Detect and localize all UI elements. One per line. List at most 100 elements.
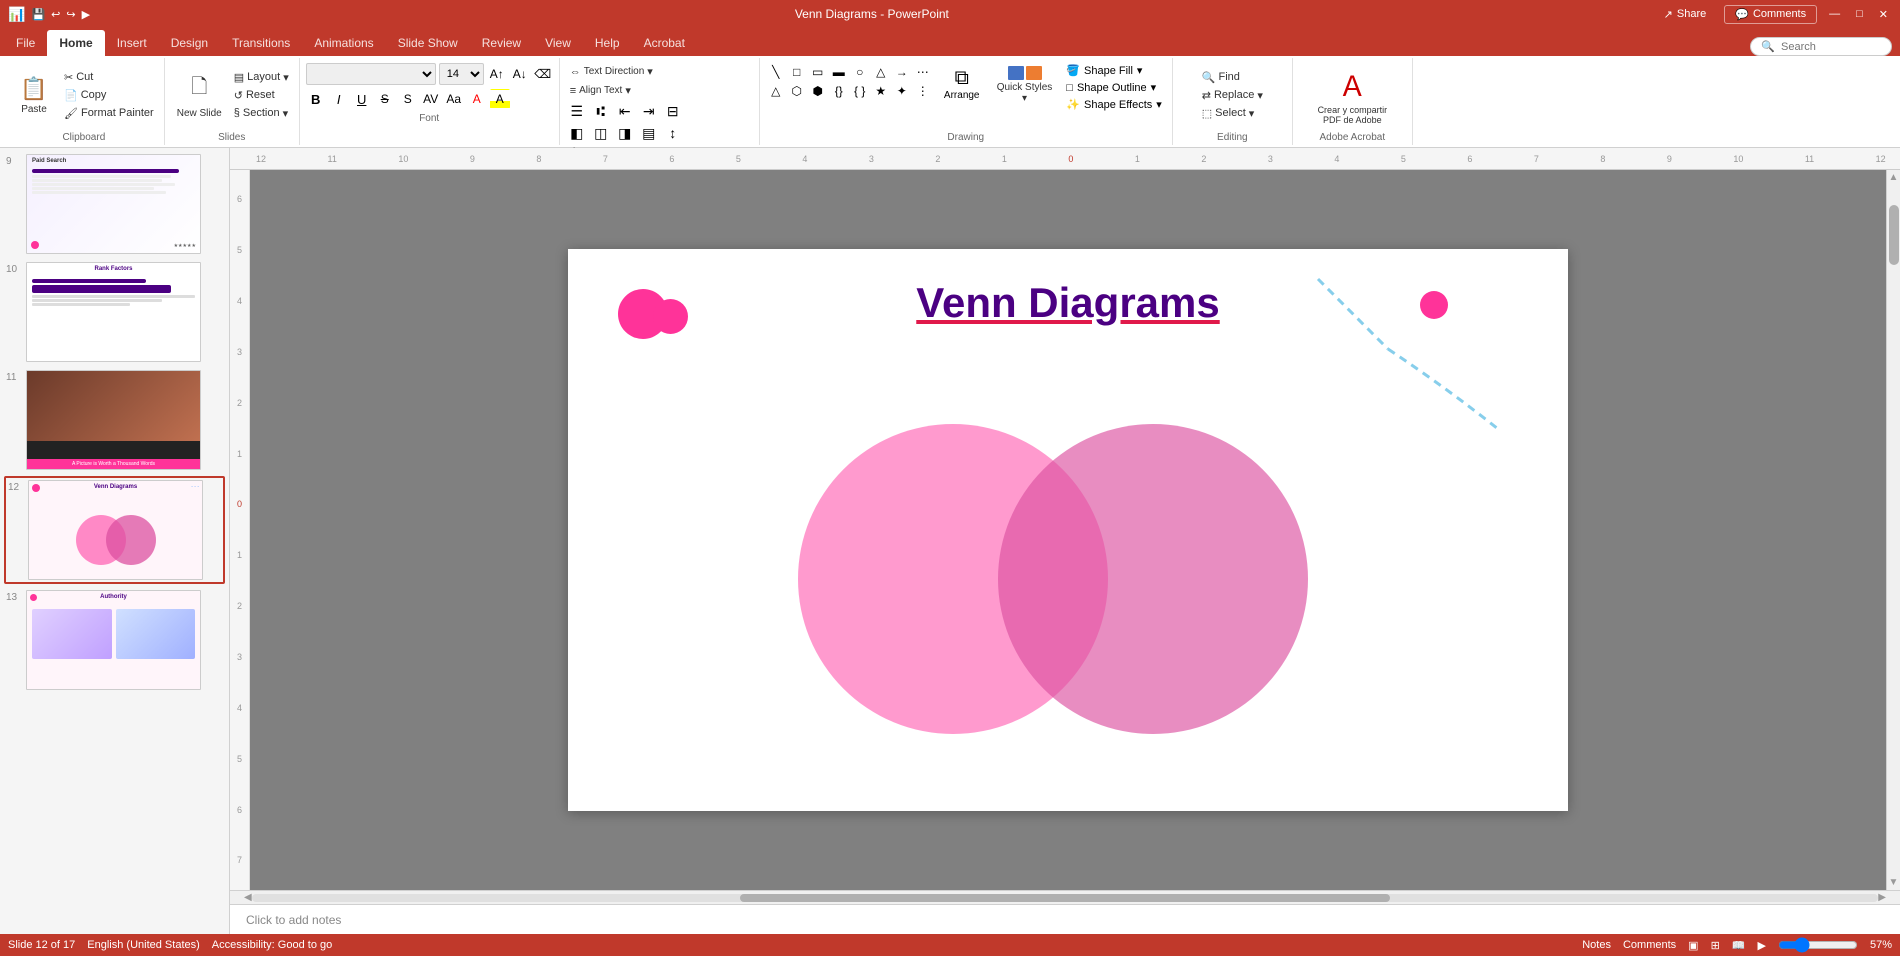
col-button[interactable]: ⊟	[662, 101, 684, 121]
underline-button[interactable]: U	[352, 89, 372, 109]
section-button[interactable]: § Section ▾	[230, 105, 293, 122]
format-painter-button[interactable]: 🖌 Format Painter	[60, 105, 158, 122]
tab-acrobat[interactable]: Acrobat	[632, 30, 697, 56]
clear-format-button[interactable]: ⌫	[533, 64, 553, 84]
tab-design[interactable]: Design	[159, 30, 220, 56]
shape-rect2-tool[interactable]: ▭	[808, 63, 828, 81]
decrease-indent-button[interactable]: ⇤	[614, 101, 636, 121]
shape-outline-button[interactable]: □ Shape Outline ▾	[1062, 80, 1166, 95]
view-normal[interactable]: ▣	[1688, 939, 1698, 952]
font-size-select[interactable]: 14	[439, 63, 484, 85]
shape-fill-button[interactable]: 🪣 Shape Fill ▾	[1062, 63, 1166, 78]
venn-circle-right[interactable]	[998, 424, 1308, 734]
view-slide-sorter[interactable]: ⊞	[1711, 939, 1720, 952]
tab-file[interactable]: File	[4, 30, 47, 56]
view-present[interactable]: ▶	[1758, 939, 1766, 952]
slide-item-12[interactable]: 12 Venn Diagrams - - -	[4, 476, 225, 584]
shape-line-tool[interactable]: ╲	[766, 63, 786, 81]
view-reading[interactable]: 📖	[1732, 939, 1746, 952]
shape-rect-tool[interactable]: □	[787, 63, 807, 81]
shape-t3[interactable]: ⬢	[808, 82, 828, 100]
align-left-button[interactable]: ◧	[566, 123, 588, 143]
comments-status-button[interactable]: Comments	[1623, 939, 1676, 951]
font-decrease-button[interactable]: A↓	[510, 64, 530, 84]
maximize-button[interactable]: □	[1852, 8, 1867, 20]
shape-t6[interactable]: ★	[871, 82, 891, 100]
justify-button[interactable]: ▤	[638, 123, 660, 143]
zoom-slider[interactable]	[1778, 937, 1858, 953]
line-spacing-button[interactable]: ↕	[662, 123, 684, 143]
shape-triangle-tool[interactable]: △	[871, 63, 891, 81]
shape-effects-button[interactable]: ✨ Shape Effects ▾	[1062, 97, 1166, 112]
layout-button[interactable]: ▤ Layout ▾	[230, 69, 293, 86]
numbering-button[interactable]: ⑆	[590, 101, 612, 121]
highlight-button[interactable]: A	[490, 89, 510, 109]
tab-review[interactable]: Review	[470, 30, 533, 56]
find-button[interactable]: 🔍 Find	[1198, 69, 1267, 86]
tab-insert[interactable]: Insert	[105, 30, 159, 56]
close-button[interactable]: ✕	[1875, 8, 1892, 21]
minimize-button[interactable]: —	[1825, 8, 1844, 20]
strikethrough-button[interactable]: S	[375, 89, 395, 109]
font-increase-button[interactable]: A↑	[487, 64, 507, 84]
select-button[interactable]: ⬚ Select ▾	[1198, 105, 1267, 122]
slide-canvas-wrapper[interactable]: Venn Diagrams	[250, 170, 1886, 890]
reset-button[interactable]: ↺ Reset	[230, 87, 293, 104]
font-color-button[interactable]: A	[467, 89, 487, 109]
copy-button[interactable]: 📄 Copy	[60, 87, 158, 104]
font-name-select[interactable]	[306, 63, 436, 85]
notes-button[interactable]: Notes	[1582, 939, 1611, 951]
paste-button[interactable]: 📋 Paste	[10, 73, 58, 118]
shape-rect3-tool[interactable]: ▬	[829, 63, 849, 81]
slide-item-10[interactable]: 10 Rank Factors	[4, 260, 225, 364]
shape-oval-tool[interactable]: ○	[850, 63, 870, 81]
cut-button[interactable]: ✂ Cut	[60, 69, 158, 86]
quick-access-present[interactable]: ▶	[82, 8, 90, 21]
tab-animations[interactable]: Animations	[302, 30, 385, 56]
search-bar[interactable]: 🔍	[1750, 37, 1892, 56]
tab-slideshow[interactable]: Slide Show	[386, 30, 470, 56]
new-slide-button[interactable]: 🗋 New Slide	[171, 69, 228, 122]
bold-button[interactable]: B	[306, 89, 326, 109]
notes-bar[interactable]: Click to add notes	[230, 904, 1900, 934]
tab-view[interactable]: View	[533, 30, 583, 56]
arrange-button[interactable]: ⧉ Arrange	[937, 63, 987, 105]
shape-t7[interactable]: ✦	[892, 82, 912, 100]
align-right-button[interactable]: ◨	[614, 123, 636, 143]
slide-item-11[interactable]: 11 A Picture is Worth a Thousand Words	[4, 368, 225, 472]
vertical-scroll-thumb[interactable]	[1889, 205, 1899, 265]
quick-access-undo[interactable]: ↩	[51, 8, 60, 21]
scroll-track[interactable]	[252, 894, 1879, 902]
tab-help[interactable]: Help	[583, 30, 632, 56]
scroll-thumb[interactable]	[740, 894, 1391, 902]
comments-button[interactable]: 💬 Comments	[1724, 5, 1817, 24]
shape-more-tool[interactable]: ⋯	[913, 63, 933, 81]
bullets-button[interactable]: ☰	[566, 101, 588, 121]
shape-t2[interactable]: ⬡	[787, 82, 807, 100]
align-text-button[interactable]: ≡ Align Text ▾	[566, 82, 635, 99]
adobe-create-pdf-button[interactable]: Ａ Crear y compartir PDF de Adobe	[1302, 62, 1402, 128]
replace-button[interactable]: ⇄ Replace ▾	[1198, 87, 1267, 104]
vertical-scrollbar[interactable]: ▲ ▼	[1886, 170, 1900, 890]
quick-styles-button[interactable]: Quick Styles ▾	[991, 63, 1059, 107]
tab-transitions[interactable]: Transitions	[220, 30, 302, 56]
slide-item-13[interactable]: 13 Authority	[4, 588, 225, 692]
text-direction-button[interactable]: ⇔ Text Direction ▾	[566, 63, 657, 80]
increase-indent-button[interactable]: ⇥	[638, 101, 660, 121]
shape-t8[interactable]: ⋮	[913, 82, 933, 100]
shape-t1[interactable]: △	[766, 82, 786, 100]
align-center-button[interactable]: ◫	[590, 123, 612, 143]
quick-access-save[interactable]: 💾	[31, 8, 45, 21]
char-spacing-button[interactable]: AV	[421, 89, 441, 109]
shape-t5[interactable]: { }	[850, 82, 870, 100]
slide-item-9[interactable]: 9 Paid Search ★★★★★	[4, 152, 225, 256]
share-button[interactable]: ↗ Share	[1654, 6, 1717, 23]
tab-home[interactable]: Home	[47, 30, 104, 56]
shape-arrow-tool[interactable]: →	[892, 63, 912, 81]
shape-t4[interactable]: {}	[829, 82, 849, 100]
search-input[interactable]	[1781, 41, 1881, 53]
shadow-button[interactable]: S	[398, 89, 418, 109]
quick-access-redo[interactable]: ↪	[66, 8, 75, 21]
font-case-button[interactable]: Aa	[444, 89, 464, 109]
horizontal-scrollbar[interactable]: ◀ ▶	[230, 890, 1900, 904]
